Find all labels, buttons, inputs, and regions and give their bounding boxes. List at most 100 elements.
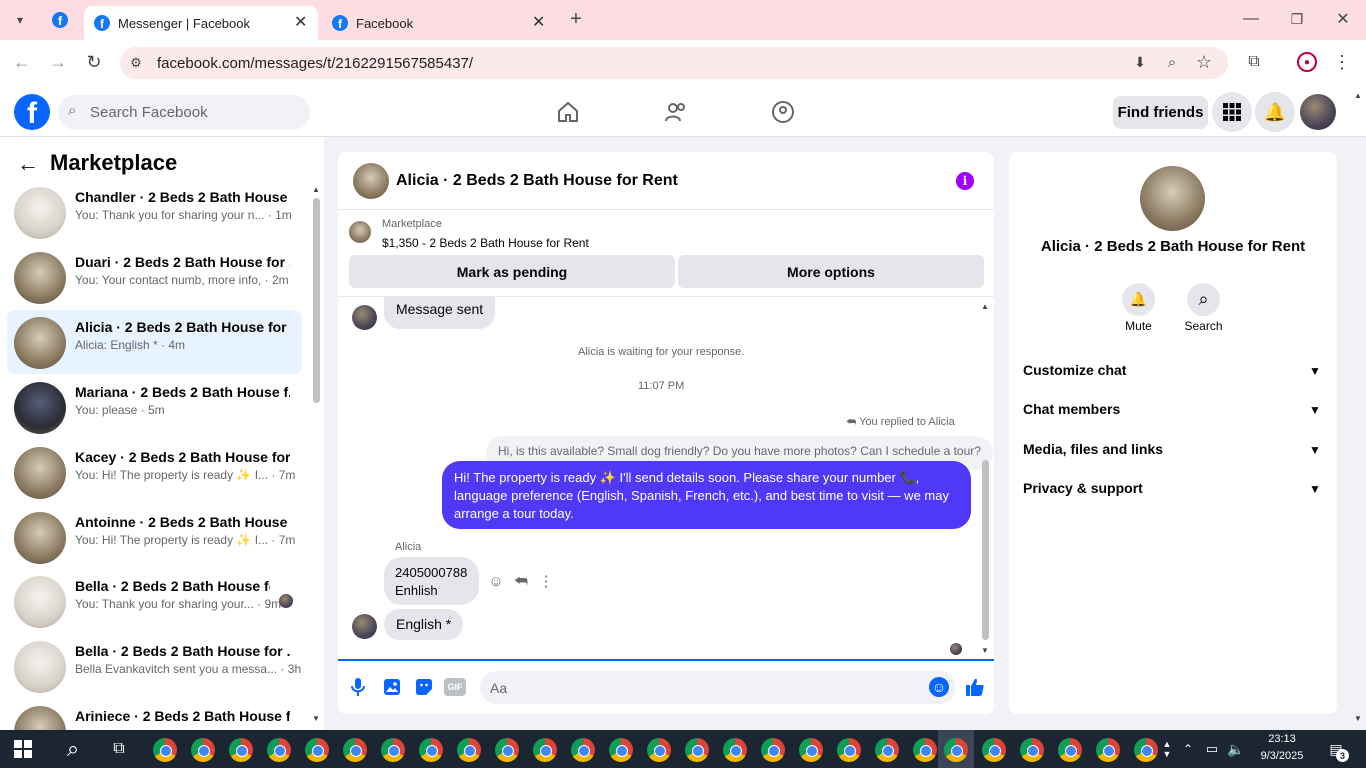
facebook-logo-icon[interactable]: f [14, 94, 50, 130]
conversation-item[interactable]: Bella · 2 Beds 2 Bath House fo... You: T… [7, 569, 302, 633]
chrome-taskbar-icon[interactable] [1134, 738, 1158, 762]
message-input[interactable]: Aa [480, 671, 956, 704]
forward-icon[interactable]: → [48, 52, 68, 72]
info-icon[interactable]: i [956, 172, 974, 190]
restore-icon[interactable]: ❐ [1286, 8, 1308, 30]
chrome-taskbar-icon[interactable] [305, 738, 329, 762]
mark-as-pending-button[interactable]: Mark as pending [349, 255, 675, 288]
chrome-taskbar-icon[interactable] [837, 738, 861, 762]
thumbs-up-icon[interactable] [964, 676, 986, 698]
chrome-taskbar-icon[interactable] [875, 738, 899, 762]
search-chat-icon[interactable]: ⌕ [1187, 283, 1220, 316]
message-sent-bubble[interactable]: Message sent [384, 297, 496, 329]
scroll-down-icon[interactable]: ▼ [311, 713, 321, 723]
media-files-links-section[interactable]: Media, files and links [1023, 441, 1163, 457]
conversation-item[interactable]: Antoinne · 2 Beds 2 Bath House ... You: … [7, 505, 302, 569]
conversation-item[interactable]: Bella · 2 Beds 2 Bath House for ... Bell… [7, 634, 302, 698]
chat-members-section[interactable]: Chat members [1023, 401, 1120, 417]
microphone-icon[interactable] [348, 676, 368, 698]
conversation-item[interactable]: Ariniece · 2 Beds 2 Bath House f... [7, 699, 302, 730]
close-tab-icon[interactable]: ✕ [532, 12, 545, 32]
chrome-taskbar-icon[interactable] [1058, 738, 1082, 762]
my-message-bubble[interactable]: Hi! The property is ready ✨ I'll send de… [442, 461, 971, 529]
clock-date[interactable]: 9/3/2025 [1252, 750, 1312, 762]
conversation-item[interactable]: Kacey · 2 Beds 2 Bath House for... You: … [7, 440, 302, 504]
chrome-taskbar-icon[interactable] [419, 738, 443, 762]
find-friends-button[interactable]: Find friends [1113, 96, 1208, 129]
account-avatar[interactable] [1300, 94, 1336, 130]
back-icon[interactable]: ← [12, 52, 32, 72]
chrome-taskbar-icon[interactable] [1096, 738, 1120, 762]
reload-icon[interactable]: ↻ [84, 52, 104, 72]
sticker-icon[interactable] [413, 676, 435, 698]
pinned-facebook-tab[interactable]: f [50, 10, 70, 30]
chevron-down-icon[interactable]: ▼ [1309, 403, 1321, 417]
conversation-list-scrollbar[interactable] [313, 198, 320, 403]
page-scroll-up-icon[interactable]: ▲ [1352, 90, 1364, 100]
volume-icon[interactable]: 🔈 [1227, 740, 1245, 758]
minimize-icon[interactable]: — [1240, 8, 1262, 30]
friends-icon[interactable] [662, 98, 690, 126]
chrome-taskbar-icon[interactable] [913, 738, 937, 762]
chrome-taskbar-icon[interactable] [343, 738, 367, 762]
conversation-item[interactable]: Mariana · 2 Beds 2 Bath House f... You: … [7, 375, 302, 439]
conversation-item[interactable]: Duari · 2 Beds 2 Bath House for ... You:… [7, 245, 302, 309]
chrome-taskbar-icon[interactable] [495, 738, 519, 762]
search-facebook-input[interactable]: ⌕ Search Facebook [58, 95, 310, 130]
chrome-taskbar-icon[interactable] [982, 738, 1006, 762]
mute-bell-icon[interactable]: 🔔 [1122, 283, 1155, 316]
taskbar-scroll-icon[interactable]: ▲ ▼ [1160, 732, 1174, 766]
chrome-taskbar-icon[interactable] [191, 738, 215, 762]
chat-scrollbar[interactable] [982, 460, 989, 640]
close-tab-icon[interactable]: ✕ [294, 12, 307, 32]
scroll-down-icon[interactable]: ▼ [980, 645, 990, 655]
privacy-support-section[interactable]: Privacy & support [1023, 480, 1143, 496]
taskbar-search-icon[interactable]: ⌕ [60, 736, 86, 762]
chat-title[interactable]: Alicia · 2 Beds 2 Bath House for Rent [396, 172, 678, 190]
chrome-taskbar-icon[interactable] [381, 738, 405, 762]
chrome-taskbar-icon[interactable] [571, 738, 595, 762]
chrome-taskbar-icon[interactable] [267, 738, 291, 762]
gif-icon[interactable]: GIF [444, 678, 466, 696]
customize-chat-section[interactable]: Customize chat [1023, 362, 1126, 378]
groups-icon[interactable] [769, 98, 797, 126]
chrome-taskbar-icon[interactable] [799, 738, 823, 762]
incoming-message-bubble[interactable]: 2405000788 Enhlish [384, 557, 479, 605]
clock-time[interactable]: 23:13 [1252, 733, 1312, 745]
extensions-icon[interactable]: ⧉ [1244, 52, 1264, 72]
url-text[interactable]: facebook.com/messages/t/2162291567585437… [157, 55, 473, 72]
close-window-icon[interactable]: ✕ [1332, 8, 1354, 30]
conversation-item-selected[interactable]: Alicia · 2 Beds 2 Bath House for ... Ali… [7, 310, 302, 374]
scroll-up-icon[interactable]: ▲ [980, 301, 990, 311]
site-info-icon[interactable]: ⚙ [126, 53, 146, 73]
chrome-taskbar-icon[interactable] [153, 738, 177, 762]
tab-messenger[interactable]: f Messenger | Facebook ✕ [84, 6, 318, 40]
windows-start-icon[interactable] [12, 738, 34, 760]
browser-menu-icon[interactable]: ⋮ [1332, 52, 1352, 72]
chrome-taskbar-icon[interactable] [1020, 738, 1044, 762]
zoom-icon[interactable]: ⌕ [1162, 52, 1182, 72]
install-app-icon[interactable]: ⬇ [1130, 52, 1150, 72]
menu-grid-icon[interactable] [1212, 92, 1252, 132]
task-view-icon[interactable]: ⧉ [108, 738, 130, 760]
chevron-down-icon[interactable]: ▼ [1309, 364, 1321, 378]
incoming-message-bubble[interactable]: English * [384, 609, 464, 640]
tab-list-chevron-icon[interactable]: ▾ [10, 10, 30, 30]
tab-facebook[interactable]: f Facebook ✕ [322, 6, 556, 40]
photo-icon[interactable] [381, 676, 403, 698]
more-options-button[interactable]: More options [678, 255, 984, 288]
chrome-taskbar-icon[interactable] [723, 738, 747, 762]
chrome-taskbar-icon[interactable] [685, 738, 709, 762]
chrome-taskbar-icon[interactable] [533, 738, 557, 762]
scroll-up-icon[interactable]: ▲ [311, 184, 321, 194]
reply-arrow-icon[interactable]: ⮪ [512, 572, 530, 590]
profile-icon[interactable]: ● [1297, 52, 1317, 72]
back-arrow-icon[interactable]: ← [16, 151, 40, 176]
emoji-icon[interactable]: ☺ [929, 677, 949, 697]
page-scroll-down-icon[interactable]: ▼ [1352, 713, 1364, 723]
home-icon[interactable] [554, 98, 582, 126]
notifications-bell-icon[interactable]: 🔔 [1255, 92, 1295, 132]
network-icon[interactable]: ▭ [1203, 740, 1221, 758]
chevron-down-icon[interactable]: ▼ [1309, 443, 1321, 457]
chrome-taskbar-icon[interactable] [229, 738, 253, 762]
